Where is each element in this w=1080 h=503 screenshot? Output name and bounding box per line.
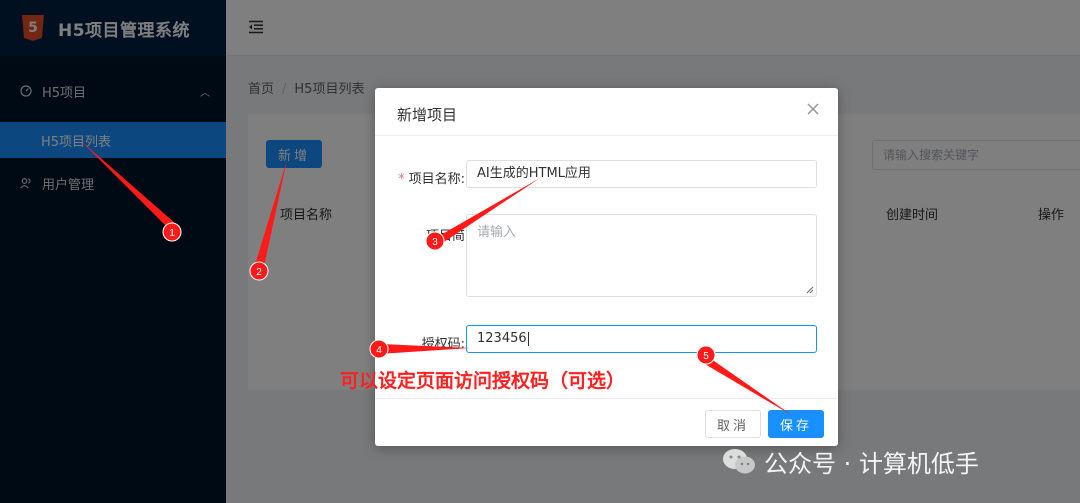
project-name-input[interactable]: AI生成的HTML应用 [466, 160, 817, 188]
dialog-title: 新增项目 [397, 106, 458, 124]
required-mark: * [398, 172, 405, 187]
textarea-placeholder: 请输入 [477, 225, 517, 240]
project-desc-label: 项目简 [425, 229, 465, 244]
project-name-label: * 项目名称: [395, 168, 465, 187]
dialog-footer-divider [375, 398, 838, 399]
project-desc-textarea[interactable]: 请输入 [466, 214, 817, 297]
watermark: 公众号 · 计算机低手 [722, 444, 979, 479]
watermark-text: 公众号 · 计算机低手 [764, 450, 979, 478]
resize-handle-icon[interactable] [806, 286, 814, 294]
project-name-label-text: 项目名称: [408, 172, 465, 187]
auth-code-label: 授权码: [421, 337, 465, 352]
annotation-callout: 可以设定页面访问授权码（可选） [340, 370, 626, 392]
auth-code-value: 123456 [477, 331, 527, 346]
auth-code-input[interactable]: 123456 [466, 325, 817, 353]
wechat-icon [723, 448, 755, 473]
save-button[interactable]: 保存 [768, 410, 824, 438]
cancel-button[interactable]: 取消 [705, 410, 761, 438]
text-caret [527, 331, 529, 346]
dialog-header-divider [375, 135, 838, 136]
close-icon[interactable] [806, 102, 820, 116]
